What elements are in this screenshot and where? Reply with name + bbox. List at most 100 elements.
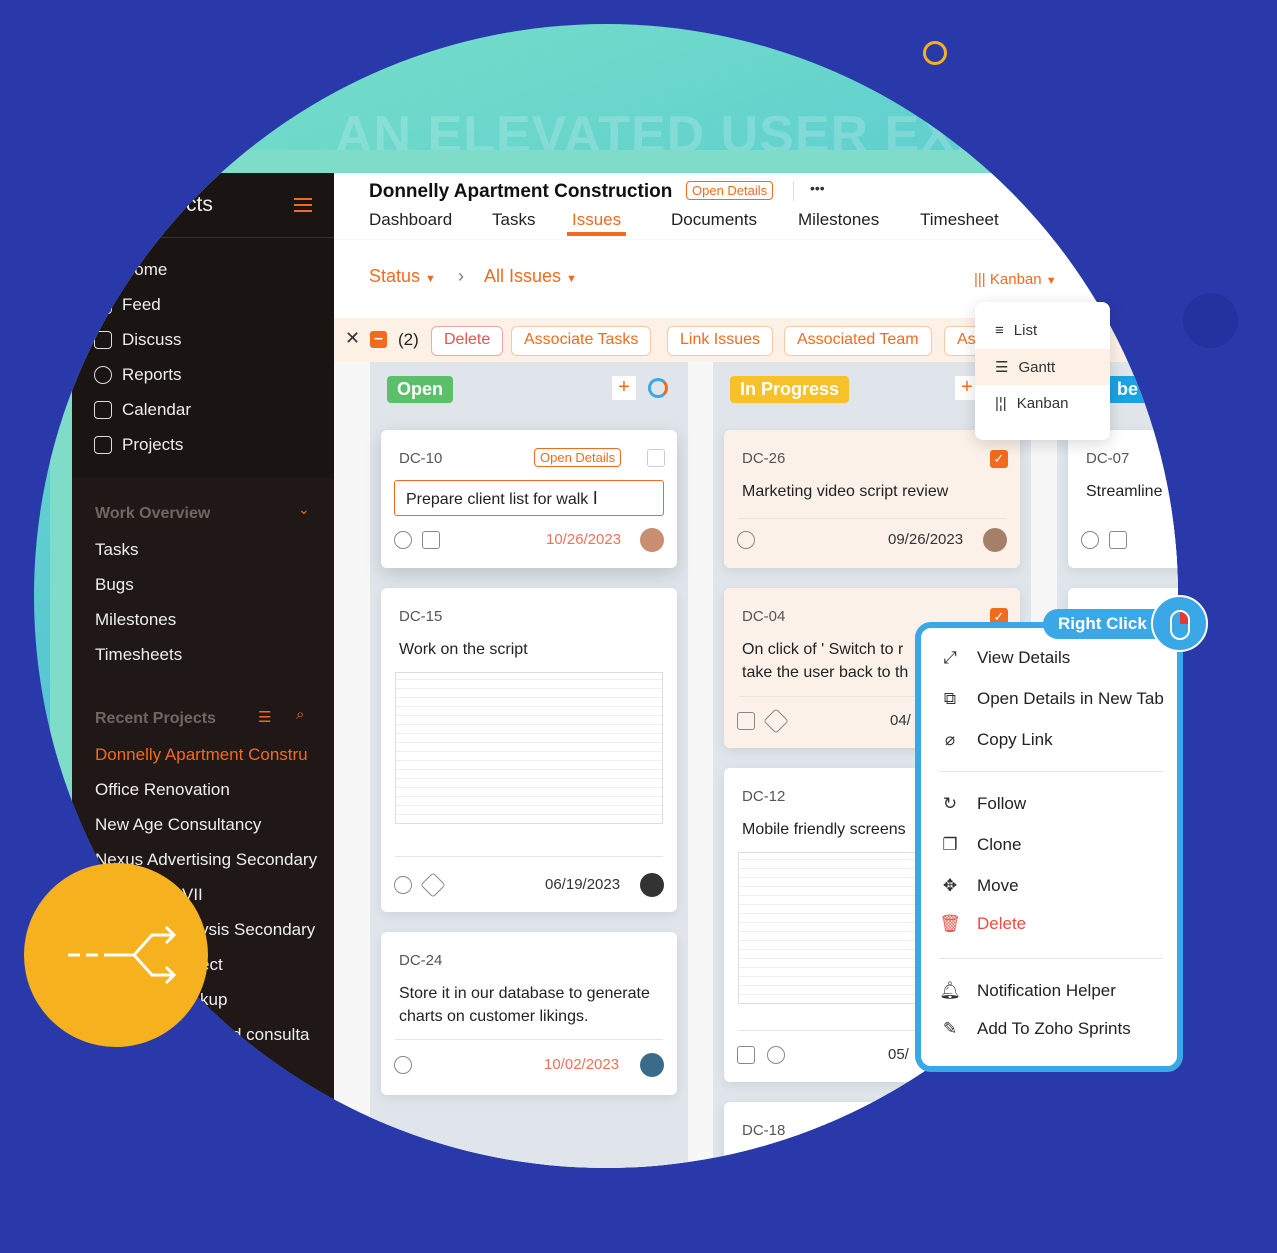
sidebar-item-home[interactable]: Home (94, 260, 167, 280)
close-icon[interactable]: ✕ (345, 328, 360, 349)
issue-card[interactable]: DC-26 ✓ Marketing video script review 09… (724, 430, 1020, 568)
menu-copy-link[interactable]: ⌀ Copy Link (939, 730, 1053, 750)
due-date: 10/26/2023 (546, 531, 622, 548)
recent-project[interactable]: Office Renovation (95, 780, 230, 800)
work-overview-heading[interactable]: Work Overview (95, 505, 210, 523)
briefcase-icon (94, 436, 112, 454)
sidebar-item-reports[interactable]: Reports (94, 365, 182, 385)
add-icon[interactable]: + (612, 376, 636, 400)
menu-notification-helper[interactable]: 🔔︎ Notification Helper (939, 981, 1116, 1001)
open-details-button[interactable]: Open Details (686, 181, 774, 200)
label: Status (369, 266, 421, 286)
overview-tasks[interactable]: Tasks (95, 540, 138, 560)
more-icon[interactable]: ••• (810, 180, 825, 196)
layout-option-kanban[interactable]: |¦| Kanban (975, 385, 1110, 421)
tag-icon[interactable] (420, 872, 446, 898)
chevron-down-icon[interactable]: ⌄ (298, 501, 310, 518)
select-checkbox[interactable] (647, 449, 665, 467)
menu-add-to-sprints[interactable]: ✎ Add To Zoho Sprints (939, 1019, 1131, 1039)
timer-icon[interactable] (737, 531, 755, 549)
layout-option-list[interactable]: ≡ List (975, 312, 1110, 348)
comment-icon[interactable] (394, 876, 412, 894)
sidebar-item-discuss[interactable]: Discuss (94, 330, 182, 350)
layout-switcher[interactable]: ||| Kanban ▼ (974, 271, 1057, 288)
issue-card[interactable]: DC-10 Open Details Prepare client list f… (381, 430, 677, 568)
issue-card[interactable]: DC-07 Streamline (1068, 430, 1178, 568)
list-icon: ≡ (995, 321, 1004, 339)
refresh-icon[interactable] (648, 378, 668, 398)
associated-team-button[interactable]: Associated Team (784, 326, 932, 356)
tab-documents[interactable]: Documents (671, 210, 757, 230)
recent-project[interactable]: ysis Secondary (200, 920, 315, 940)
tab-dashboard[interactable]: Dashboard (369, 210, 452, 230)
menu-icon[interactable] (294, 198, 312, 212)
tab-milestones[interactable]: Milestones (798, 210, 879, 230)
issue-id: DC-12 (742, 788, 786, 805)
menu-delete[interactable]: 🗑 Delete (939, 914, 1026, 934)
divider (395, 1039, 663, 1040)
open-details-button[interactable]: Open Details (534, 448, 622, 467)
task-icon[interactable] (737, 1046, 755, 1064)
tag-icon[interactable] (763, 708, 789, 734)
column-title: be (1107, 376, 1149, 403)
task-icon[interactable] (1109, 531, 1127, 549)
menu-move[interactable]: ✥ Move (939, 876, 1019, 896)
link-icon[interactable] (767, 1046, 785, 1064)
menu-open-new-tab[interactable]: ⧉ Open Details in New Tab (939, 689, 1164, 709)
divider (939, 771, 1163, 772)
selected-count: (2) (398, 330, 419, 349)
avatar (983, 528, 1007, 552)
overview-milestones[interactable]: Milestones (95, 610, 176, 630)
search-icon[interactable]: ⌕ (296, 706, 304, 723)
issue-title: Work on the script (399, 641, 528, 658)
timer-icon[interactable] (394, 1056, 412, 1074)
recent-project[interactable]: Donnelly Apartment Constru (95, 745, 308, 765)
text-cursor-icon: I (592, 488, 598, 508)
recent-project[interactable]: e (272, 1060, 281, 1080)
issue-title: Streamline (1086, 483, 1163, 500)
tab-issues[interactable]: Issues (572, 210, 621, 230)
menu-follow[interactable]: ↻ Follow (939, 794, 1026, 814)
tab-tasks[interactable]: Tasks (492, 210, 535, 230)
label: Calendar (122, 400, 191, 419)
timer-icon[interactable] (394, 531, 412, 549)
recent-project[interactable]: d consulta (232, 1025, 310, 1045)
sidebar-item-calendar[interactable]: Calendar (94, 400, 191, 420)
tab-timesheet[interactable]: Timesheet (920, 210, 999, 230)
label: View Details (977, 648, 1071, 667)
issue-card[interactable]: DC-15 Work on the script 06/19/2023 (381, 588, 677, 912)
sidebar-item-feed[interactable]: Feed (94, 295, 161, 315)
overview-bugs[interactable]: Bugs (95, 575, 134, 595)
status-filter[interactable]: Status ▼ (369, 266, 436, 287)
issue-id: DC-07 (1086, 450, 1130, 467)
divider (793, 181, 794, 201)
task-icon[interactable] (737, 712, 755, 730)
view-filter[interactable]: All Issues ▼ (484, 266, 577, 287)
link-issues-button[interactable]: Link Issues (667, 326, 774, 356)
title-input[interactable]: Prepare client list for walk I (394, 480, 664, 516)
issue-id: DC-26 (742, 450, 786, 467)
overview-timesheets[interactable]: Timesheets (95, 645, 182, 665)
menu-clone[interactable]: ❐ Clone (939, 835, 1021, 855)
issue-id: DC-18 (742, 1122, 786, 1139)
label: Move (977, 876, 1019, 895)
task-icon[interactable] (422, 531, 440, 549)
delete-button[interactable]: Delete (431, 326, 504, 356)
logo-icon (92, 188, 128, 222)
label: Discuss (122, 330, 182, 349)
timer-icon[interactable] (1081, 531, 1099, 549)
sidebar-item-projects[interactable]: Projects (94, 435, 183, 455)
selected-checkbox[interactable]: ✓ (990, 450, 1008, 468)
issue-card[interactable]: DC-24 Store it in our database to genera… (381, 932, 677, 1095)
recent-projects-heading: Recent Projects (95, 710, 216, 727)
layout-option-gantt[interactable]: ☰ Gantt (975, 349, 1110, 385)
recent-project[interactable]: New Age Consultancy (95, 815, 261, 835)
follow-icon: ↻ (942, 794, 958, 813)
issue-card[interactable]: DC-18 (724, 1102, 1020, 1168)
associate-tasks-button[interactable]: Associate Tasks (511, 326, 652, 356)
menu-view-details[interactable]: ⤢ View Details (939, 648, 1070, 668)
deselect-checkbox[interactable]: – (370, 331, 387, 348)
filter-icon[interactable]: ☰ (258, 708, 271, 726)
attachment-thumbnail[interactable] (395, 672, 663, 824)
label: Kanban (989, 271, 1042, 288)
